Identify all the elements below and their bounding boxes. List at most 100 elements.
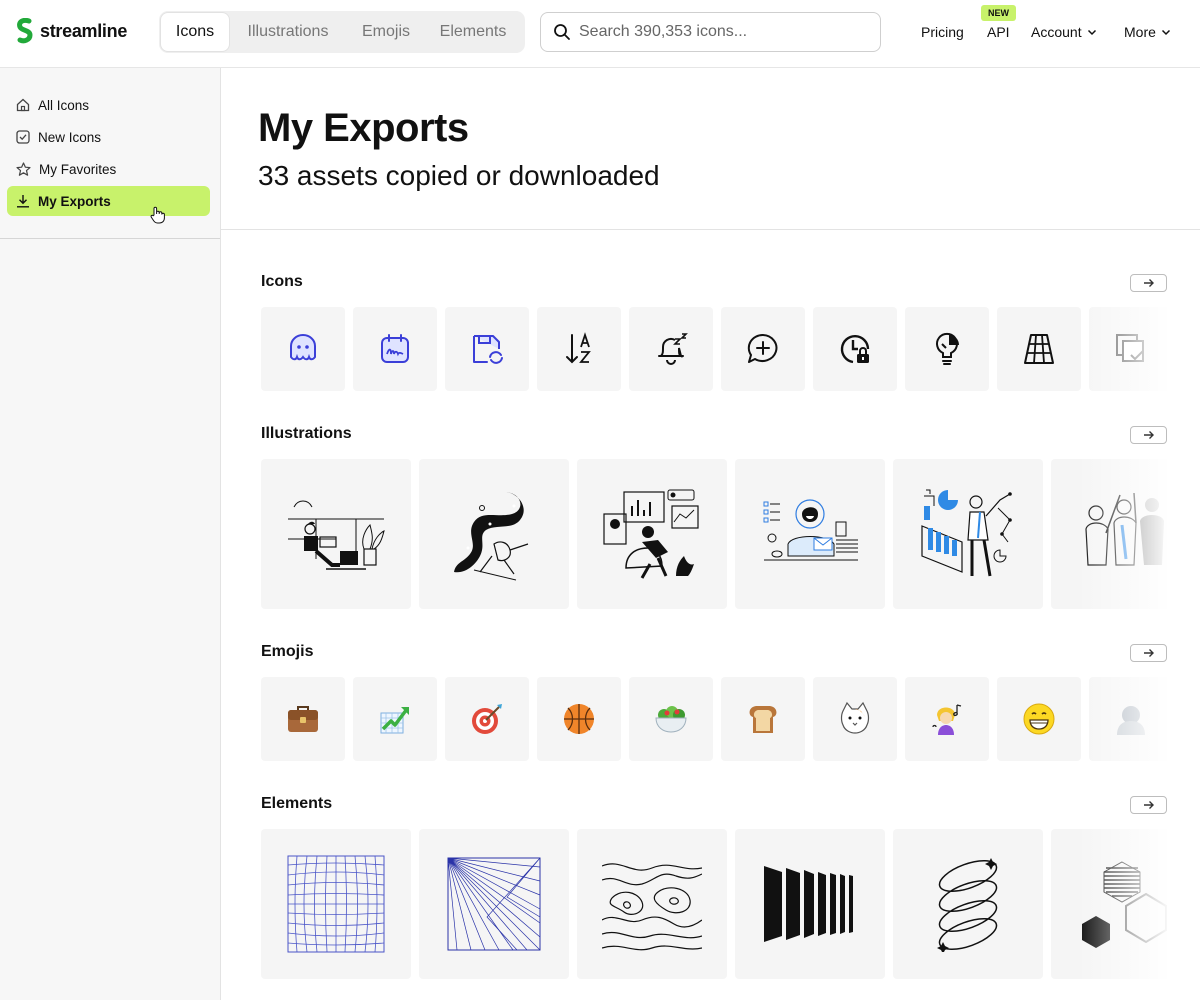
sidebar-divider	[0, 238, 220, 239]
hexagon-element	[1082, 861, 1167, 948]
black-bars-element-tile[interactable]	[735, 829, 885, 979]
chart-up-emoji-tile[interactable]	[353, 677, 437, 761]
ghost-icon	[290, 334, 316, 361]
team-highfive-illustration-tile[interactable]	[1051, 459, 1167, 609]
topographic-element	[602, 863, 702, 951]
clock-lock-icon-tile[interactable]	[813, 307, 897, 391]
nav-account[interactable]: Account	[1031, 24, 1097, 40]
bust-emoji-tile[interactable]	[1089, 677, 1167, 761]
basketball-emoji-tile[interactable]	[537, 677, 621, 761]
line-fan-element	[447, 857, 541, 951]
copy-check-icon-tile[interactable]	[1089, 307, 1167, 391]
briefcase-emoji-tile[interactable]	[261, 677, 345, 761]
emojis-row	[261, 677, 1167, 761]
cat-emoji-tile[interactable]	[813, 677, 897, 761]
arrow-right-icon	[1143, 279, 1154, 287]
grid-perspective-icon-tile[interactable]	[997, 307, 1081, 391]
spiral-rings-element-tile[interactable]	[893, 829, 1043, 979]
support-desk-illustration-tile[interactable]	[735, 459, 885, 609]
nav-pricing-label: Pricing	[921, 24, 964, 40]
singer-emoji-tile[interactable]	[905, 677, 989, 761]
chat-add-icon-tile[interactable]	[721, 307, 805, 391]
checkbox-icon	[16, 130, 30, 144]
logo-text: streamline	[40, 20, 128, 41]
tab-emojis[interactable]: Emojis	[347, 13, 425, 51]
icons-view-all-button[interactable]	[1130, 274, 1167, 292]
sort-az-icon-tile[interactable]	[537, 307, 621, 391]
grinning-face-emoji	[1023, 703, 1055, 735]
emojis-view-all-button[interactable]	[1130, 644, 1167, 662]
topographic-element-tile[interactable]	[577, 829, 727, 979]
sidebar-item-all-icons[interactable]: All Icons	[7, 90, 210, 120]
section-title-illustrations: Illustrations	[261, 425, 352, 442]
grid-perspective-icon	[1024, 334, 1054, 364]
tab-icons[interactable]: Icons	[161, 13, 229, 51]
tab-illustrations[interactable]: Illustrations	[229, 13, 347, 51]
nav-api[interactable]: API	[987, 24, 1010, 40]
dashboard-relax-illustration-tile[interactable]	[577, 459, 727, 609]
dashboard-relax-illustration	[603, 489, 699, 579]
floppy-sync-icon-tile[interactable]	[445, 307, 529, 391]
api-new-badge: NEW	[981, 5, 1016, 21]
floppy-sync-icon	[473, 335, 503, 364]
sidebar-item-label: My Favorites	[39, 161, 117, 177]
analytics-presenter-illustration	[921, 489, 1012, 577]
bread-emoji	[749, 706, 777, 733]
person-laptop-illustration-tile[interactable]	[261, 459, 411, 609]
analytics-presenter-illustration-tile[interactable]	[893, 459, 1043, 609]
briefcase-emoji	[288, 706, 318, 732]
singer-emoji	[932, 704, 962, 735]
tab-elements[interactable]: Elements	[425, 13, 521, 51]
space-swirl-illustration-tile[interactable]	[419, 459, 569, 609]
target-emoji	[472, 704, 502, 734]
logo[interactable]: streamline	[16, 18, 127, 44]
sidebar: All Icons New Icons My Favorites My Expo…	[0, 68, 221, 1000]
person-laptop-illustration	[288, 500, 385, 570]
chevron-down-icon	[1087, 29, 1096, 36]
streamline-logo-icon	[17, 18, 33, 44]
chat-add-icon	[747, 333, 778, 363]
hexagon-element-tile[interactable]	[1051, 829, 1167, 979]
section-title-emojis: Emojis	[261, 643, 314, 660]
nav-pricing[interactable]: Pricing	[921, 24, 964, 40]
sidebar-item-my-exports[interactable]: My Exports	[7, 186, 210, 216]
page-title: My Exports	[258, 106, 469, 150]
warped-grid-element-tile[interactable]	[261, 829, 411, 979]
download-icon	[17, 195, 29, 208]
main-content: My Exports 33 assets copied or downloade…	[221, 68, 1200, 1000]
target-emoji-tile[interactable]	[445, 677, 529, 761]
chevron-down-icon	[1161, 29, 1170, 36]
warped-grid-element	[287, 855, 385, 953]
nav-more-label: More	[1124, 24, 1156, 40]
salad-emoji	[655, 706, 687, 733]
hand-cursor-icon	[150, 206, 165, 224]
home-icon	[16, 98, 30, 112]
section-title-icons: Icons	[261, 273, 303, 290]
search-box[interactable]	[540, 12, 881, 52]
search-input[interactable]	[579, 23, 859, 41]
sort-az-icon	[566, 332, 591, 364]
elements-row	[261, 829, 1167, 979]
calendar-signature-icon-tile[interactable]	[353, 307, 437, 391]
header-divider	[221, 229, 1200, 230]
section-title-elements: Elements	[261, 795, 333, 812]
nav-api-label: API	[987, 24, 1010, 40]
bread-emoji-tile[interactable]	[721, 677, 805, 761]
nav-more[interactable]: More	[1124, 24, 1171, 40]
icons-row	[261, 307, 1167, 391]
salad-emoji-tile[interactable]	[629, 677, 713, 761]
bell-snooze-icon-tile[interactable]	[629, 307, 713, 391]
ghost-icon-tile[interactable]	[261, 307, 345, 391]
sidebar-item-my-favorites[interactable]: My Favorites	[7, 154, 210, 184]
grinning-face-emoji-tile[interactable]	[997, 677, 1081, 761]
lightbulb-pie-icon-tile[interactable]	[905, 307, 989, 391]
illustrations-view-all-button[interactable]	[1130, 426, 1167, 444]
sidebar-item-new-icons[interactable]: New Icons	[7, 122, 210, 152]
asset-type-tabs: Icons Illustrations Emojis Elements	[159, 11, 525, 53]
arrow-right-icon	[1143, 431, 1154, 439]
chart-up-emoji	[380, 707, 409, 734]
line-fan-element-tile[interactable]	[419, 829, 569, 979]
copy-check-icon	[1116, 334, 1144, 362]
basketball-emoji	[564, 704, 594, 734]
elements-view-all-button[interactable]	[1130, 796, 1167, 814]
